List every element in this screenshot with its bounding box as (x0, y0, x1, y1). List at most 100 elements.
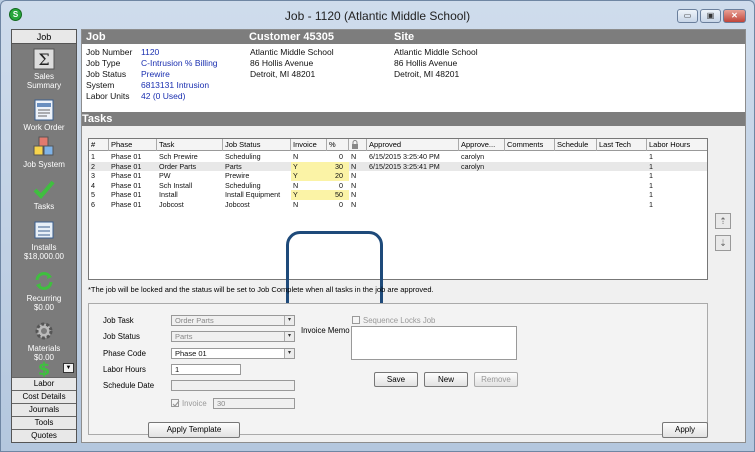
sidebar-item-job-system[interactable]: Job System (12, 136, 76, 169)
col-approver[interactable]: Approve... (459, 139, 505, 151)
job-status-value[interactable]: Prewire (141, 69, 170, 79)
sidebar-item-label: Work Order (23, 123, 65, 132)
cell-invoice: Y (291, 190, 315, 200)
table-row[interactable]: 6 Phase 01 Jobcost Jobcost N 0 N 1 (89, 200, 707, 210)
cell-pct: 20 (315, 171, 349, 181)
cell-phase: Phase 01 (111, 161, 142, 171)
cell-invoice: Y (291, 171, 315, 181)
apply-template-button[interactable]: Apply Template (148, 422, 240, 438)
phase-code-label: Phase Code (103, 349, 146, 358)
sidebar-item-tasks[interactable]: Tasks (12, 178, 76, 211)
labor-hours-input[interactable]: 1 (171, 364, 241, 375)
sequence-locks-checkbox[interactable] (352, 316, 360, 324)
invoice-checkbox[interactable] (171, 399, 180, 407)
sigma-icon: Σ (33, 48, 55, 70)
sidebar-tab-quotes[interactable]: Quotes (12, 429, 76, 442)
sidebar-item-sales-summary[interactable]: Σ Sales Summary (12, 48, 76, 90)
job-status-field[interactable]: Parts ▾ (171, 331, 295, 342)
invoice-percent-field[interactable]: 30 (213, 398, 295, 409)
job-type-value[interactable]: C-Intrusion % Billing (141, 58, 218, 68)
sidebar-item-label2: $0.00 (33, 303, 55, 312)
col-invoice[interactable]: Invoice (291, 139, 327, 151)
invoice-memo-input[interactable] (351, 326, 517, 360)
new-button[interactable]: New (424, 372, 468, 387)
col-job-status[interactable]: Job Status (223, 139, 291, 151)
sidebar-scroll-down-button[interactable]: ▼ (63, 363, 74, 373)
col-schedule[interactable]: Schedule (555, 139, 597, 151)
job-status-field-label: Job Status (103, 332, 140, 341)
col-lock[interactable] (349, 139, 367, 151)
move-down-button[interactable]: ⇣ (715, 235, 731, 251)
customer-heading: Customer 45305 (249, 31, 334, 43)
cell-lock: N (351, 180, 357, 190)
close-button[interactable]: ✕ (723, 9, 746, 23)
col-phase[interactable]: Phase (109, 139, 157, 151)
chevron-down-icon: ▾ (284, 332, 294, 341)
customer-street: 86 Hollis Avenue (250, 58, 314, 68)
labor-hours-label: Labor Hours (103, 365, 146, 374)
cell-lock: N (351, 171, 357, 180)
main-panel: Job Customer 45305 Site Job Number 1120 … (81, 29, 746, 443)
phase-code-select[interactable]: Phase 01 ▾ (171, 348, 295, 359)
tasks-heading: Tasks (82, 113, 113, 125)
remove-button[interactable]: Remove (474, 372, 518, 387)
system-value[interactable]: 6813131 Intrusion (141, 80, 209, 90)
table-row[interactable]: 3 Phase 01 PW Prewire Y 20 N 1 (89, 171, 707, 181)
cell-lock: N (351, 199, 357, 209)
customer-city: Detroit, MI 48201 (250, 69, 316, 79)
table-row[interactable]: 1 Phase 01 Sch Prewire Scheduling N 0 N 6/15/20… (89, 152, 707, 162)
job-header-bar: Job Customer 45305 Site (82, 30, 745, 44)
sidebar-item-materials[interactable]: Materials $0.00 (12, 320, 76, 362)
col-task[interactable]: Task (157, 139, 223, 151)
cell-invoice: N (293, 180, 299, 190)
cell-pct: 0 (339, 152, 343, 161)
site-city: Detroit, MI 48201 (394, 69, 460, 79)
cell-num: 5 (91, 190, 95, 199)
sidebar-item-recurring[interactable]: Recurring $0.00 (12, 270, 76, 312)
site-name: Atlantic Middle School (394, 47, 478, 57)
labor-units-label: Labor Units (86, 91, 130, 101)
cell-approver: carolyn (461, 161, 485, 171)
cell-lock: N (351, 161, 357, 171)
tasks-note: *The job will be locked and the status w… (88, 285, 434, 294)
cell-lock: N (351, 152, 357, 161)
move-up-button[interactable]: ⇡ (715, 213, 731, 229)
table-row[interactable]: 4 Phase 01 Sch Install Scheduling N 0 N 1 (89, 181, 707, 191)
minimize-button[interactable]: ▭ (677, 9, 698, 23)
invoice-memo-label: Invoice Memo (301, 326, 350, 335)
sidebar-tab-cost-details[interactable]: Cost Details (12, 390, 76, 403)
col-comments[interactable]: Comments (505, 139, 555, 151)
sidebar-item-installs[interactable]: Installs $18,000.00 (12, 219, 76, 261)
sidebar-tab-journals[interactable]: Journals (12, 403, 76, 416)
col-percent[interactable]: % (327, 139, 349, 151)
col-approved[interactable]: Approved (367, 139, 459, 151)
restore-button[interactable]: ▣ (700, 9, 721, 23)
table-row[interactable]: 5 Phase 01 Install Install Equipment Y 50 N 1 (89, 190, 707, 200)
col-labor-hours[interactable]: Labor Hours (647, 139, 697, 151)
save-button[interactable]: Save (374, 372, 418, 387)
job-heading: Job (86, 31, 106, 43)
apply-button[interactable]: Apply (662, 422, 708, 438)
chevron-down-icon: ▾ (284, 349, 294, 358)
sidebar-tab-labor[interactable]: Labor (12, 377, 76, 390)
sidebar-header-job[interactable]: Job (12, 30, 76, 44)
cell-hours: 1 (649, 171, 653, 180)
cell-task: Sch Install (159, 180, 193, 190)
col-num[interactable]: # (89, 139, 109, 151)
cell-task: Sch Prewire (159, 152, 198, 161)
col-last-tech[interactable]: Last Tech (597, 139, 647, 151)
tasks-header-bar: Tasks (82, 112, 745, 126)
cell-status: Scheduling (225, 180, 261, 190)
job-number-label: Job Number (86, 47, 133, 57)
cell-task: Order Parts (159, 161, 197, 171)
task-edit-form: Job Task Order Parts ▾ Job Status Parts ▾ … (88, 303, 708, 435)
cell-phase: Phase 01 (111, 190, 142, 199)
sidebar-tab-tools[interactable]: Tools (12, 416, 76, 429)
svg-text:Σ: Σ (38, 50, 49, 69)
sidebar-item-work-order[interactable]: Work Order (12, 99, 76, 132)
schedule-date-field[interactable] (171, 380, 295, 391)
job-task-field[interactable]: Order Parts ▾ (171, 315, 295, 326)
labor-units-value[interactable]: 42 (0 Used) (141, 91, 185, 101)
cell-hours: 1 (649, 199, 653, 209)
table-row[interactable]: 2 Phase 01 Order Parts Parts Y 30 N 6/15/2015 3… (89, 161, 707, 171)
